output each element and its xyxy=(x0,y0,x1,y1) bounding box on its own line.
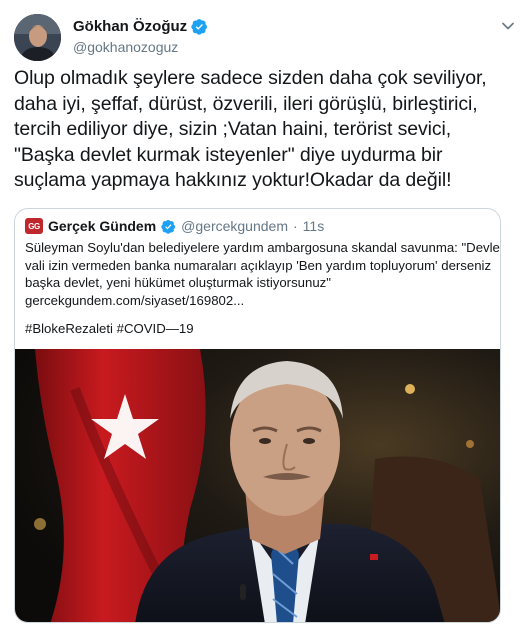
quoted-tweet[interactable]: GG Gerçek Gündem @gercekgundem · 11s Sül… xyxy=(14,208,501,623)
quoted-line: vali izin vermeden banka numaraları açık… xyxy=(25,257,492,273)
avatar[interactable] xyxy=(14,14,61,61)
tweet-text: Olup olmadık şeylere sadece sizden daha … xyxy=(14,66,519,194)
quoted-text: Süleyman Soylu'dan belediyelere yardım a… xyxy=(25,239,501,310)
verified-badge-icon xyxy=(191,19,208,35)
author-name[interactable]: Gökhan Özoğuz xyxy=(73,18,187,35)
quoted-avatar[interactable]: GG xyxy=(25,218,43,234)
tweet-card: Gökhan Özoğuz @gokhanozoguz Olup olmadık… xyxy=(0,0,530,640)
author-handle[interactable]: @gokhanozoguz xyxy=(73,39,178,55)
tweet-line: daha iyi, şeffaf, dürüst, özverili, iler… xyxy=(14,92,478,115)
tweet-line: suçlama yapmaya hakkınız yoktur!Okadar d… xyxy=(14,169,452,191)
separator-dot: · xyxy=(292,218,298,234)
quoted-hashtags[interactable]: #BlokeRezaleti #COVID—19 xyxy=(25,321,194,336)
quoted-timestamp[interactable]: 11s xyxy=(303,218,325,234)
verified-badge-icon xyxy=(161,219,176,234)
tweet-line: Olup olmadık şeylere sadece sizden daha … xyxy=(14,67,487,89)
quoted-line: başka devlet, yeni hükümet oluşturmak is… xyxy=(25,275,331,290)
quoted-photo[interactable] xyxy=(15,349,500,622)
chevron-down-icon[interactable] xyxy=(500,18,516,34)
quoted-link[interactable]: gercekgundem.com/siyaset/169802... xyxy=(25,292,495,310)
quoted-author-name[interactable]: Gerçek Gündem xyxy=(48,218,156,234)
quoted-author-handle[interactable]: @gercekgundem xyxy=(181,218,288,234)
tweet-line: "Başka devlet kurmak isteyenler" diye uy… xyxy=(14,143,443,166)
quoted-line: Süleyman Soylu'dan belediyelere yardım a… xyxy=(25,240,501,255)
tweet-line: tercih ediliyor diye, sizin ;Vatan haini… xyxy=(14,118,452,140)
